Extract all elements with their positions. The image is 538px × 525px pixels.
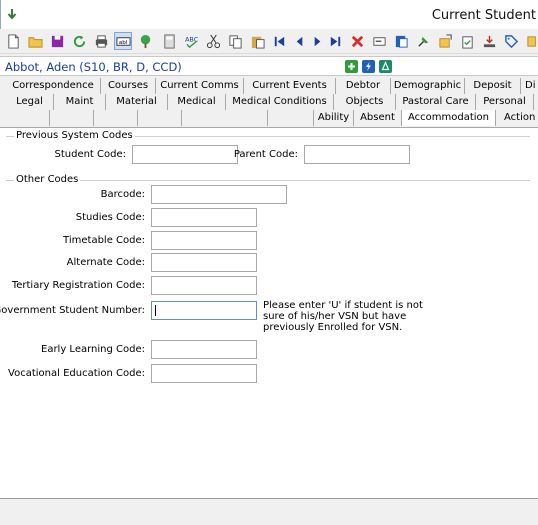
card-icon[interactable]: [370, 32, 388, 50]
cut-icon[interactable]: [204, 32, 222, 50]
tab-objects[interactable]: Objects: [334, 94, 396, 110]
barcode-field[interactable]: [151, 185, 287, 204]
tab-di[interactable]: Di: [521, 78, 538, 94]
first-record-icon[interactable]: [270, 32, 288, 50]
tab-current-events[interactable]: Current Events: [244, 78, 336, 94]
new-doc-icon[interactable]: [4, 32, 22, 50]
codes-panel: Previous System Codes Student Code: Pare…: [0, 127, 538, 498]
download-icon[interactable]: [480, 32, 498, 50]
studies-code-label: Studies Code:: [75, 212, 145, 223]
window-title: Current Student: [431, 8, 536, 23]
tab-strip: Correspondence Courses Current Comms Cur…: [0, 77, 538, 127]
parent-code-label: Parent Code:: [233, 149, 298, 160]
tab-blank-6[interactable]: [268, 110, 314, 126]
tab-correspondence[interactable]: Correspondence: [6, 78, 101, 94]
timetable-code-field[interactable]: [151, 231, 257, 250]
title-bar: Current Student: [0, 0, 538, 29]
student-header: Abbot, Aden (S10, BR, D, CCD): [0, 56, 538, 76]
app-arrow-icon: [6, 8, 18, 20]
parent-code-field[interactable]: [304, 145, 410, 164]
tab-row-1: Correspondence Courses Current Comms Cur…: [0, 78, 538, 94]
previous-codes-title: Previous System Codes: [14, 130, 135, 141]
delete-icon[interactable]: [348, 32, 366, 50]
tab-blank-2[interactable]: [50, 110, 94, 126]
tab-legal[interactable]: Legal: [6, 94, 54, 110]
tab-blank-4[interactable]: [138, 110, 182, 126]
print-icon[interactable]: [92, 32, 110, 50]
tab-pastoral-care[interactable]: Pastoral Care: [396, 94, 476, 110]
tertiary-code-label: Tertiary Registration Code:: [11, 280, 145, 291]
vocational-code-field[interactable]: [151, 364, 257, 383]
tab-row-3: Ability Absent Accommodation Action (: [0, 110, 538, 126]
tab-material[interactable]: Material: [106, 94, 168, 110]
lightning-icon[interactable]: [362, 60, 375, 73]
spell-check-icon[interactable]: ABC: [182, 32, 200, 50]
text-caret: [155, 305, 156, 316]
group-divider: [6, 180, 530, 181]
tab-ability[interactable]: Ability: [314, 110, 354, 126]
paste-icon[interactable]: [248, 32, 266, 50]
save-icon[interactable]: [48, 32, 66, 50]
other-codes-title: Other Codes: [14, 174, 81, 185]
status-bar: [0, 498, 538, 525]
tab-medical-conditions[interactable]: Medical Conditions: [226, 94, 334, 110]
tab-absent[interactable]: Absent: [354, 110, 402, 126]
studies-code-field[interactable]: [151, 208, 257, 227]
tab-personal[interactable]: Personal: [476, 94, 534, 110]
student-code-field[interactable]: [132, 145, 238, 164]
tab-action[interactable]: Action (: [496, 110, 538, 126]
tab-debtor[interactable]: Debtor: [336, 78, 391, 94]
toolbar: abl ABC: [0, 29, 538, 54]
tab-blank-3[interactable]: [94, 110, 138, 126]
early-learning-label: Early Learning Code:: [41, 344, 145, 355]
tab-current-comms[interactable]: Current Comms: [156, 78, 244, 94]
tab-blank-1[interactable]: [6, 110, 50, 126]
clipboard-check-icon[interactable]: [458, 32, 476, 50]
early-learning-field[interactable]: [151, 340, 257, 359]
export-icon[interactable]: [436, 32, 454, 50]
refresh-icon[interactable]: [70, 32, 88, 50]
tab-deposit[interactable]: Deposit: [465, 78, 521, 94]
text-field-icon[interactable]: abl: [114, 32, 132, 50]
student-code-label: Student Code:: [54, 149, 126, 160]
add-icon[interactable]: [345, 60, 358, 73]
alternate-code-label: Alternate Code:: [66, 257, 145, 268]
next-record-icon[interactable]: [308, 32, 326, 50]
tab-blank-5[interactable]: [182, 110, 268, 126]
alternate-code-field[interactable]: [151, 253, 257, 272]
last-record-icon[interactable]: [326, 32, 344, 50]
svg-text:ABC: ABC: [184, 35, 198, 43]
calculator-icon[interactable]: [160, 32, 178, 50]
tab-accommodation[interactable]: Accommodation: [402, 110, 496, 126]
svg-text:abl: abl: [118, 39, 127, 45]
vocational-code-label: Vocational Education Code:: [8, 368, 145, 379]
tab-demographic[interactable]: Demographic: [391, 78, 465, 94]
barcode-label: Barcode:: [100, 189, 145, 200]
tertiary-code-field[interactable]: [151, 276, 257, 295]
tab-courses[interactable]: Courses: [101, 78, 156, 94]
open-folder-icon[interactable]: [26, 32, 44, 50]
tab-medical[interactable]: Medical: [168, 94, 226, 110]
gsn-field[interactable]: [151, 301, 257, 320]
previous-record-icon[interactable]: [290, 32, 308, 50]
gsn-hint-text: Please enter 'U' if student is not sure …: [263, 300, 423, 333]
tag-icon[interactable]: [502, 32, 520, 50]
tab-maint[interactable]: Maint: [54, 94, 106, 110]
tree-icon[interactable]: [136, 32, 154, 50]
gsn-label: Government Student Number:: [0, 305, 145, 316]
document-icon[interactable]: [392, 32, 410, 50]
student-name-link[interactable]: Abbot, Aden (S10, BR, D, CCD): [5, 60, 182, 74]
pin-icon[interactable]: [414, 32, 432, 50]
tab-row-2: Legal Maint Material Medical Medical Con…: [0, 94, 538, 110]
hierarchy-icon[interactable]: [379, 60, 392, 73]
more-tools-icon[interactable]: [524, 32, 538, 50]
copy-icon[interactable]: [226, 32, 244, 50]
timetable-code-label: Timetable Code:: [63, 235, 145, 246]
